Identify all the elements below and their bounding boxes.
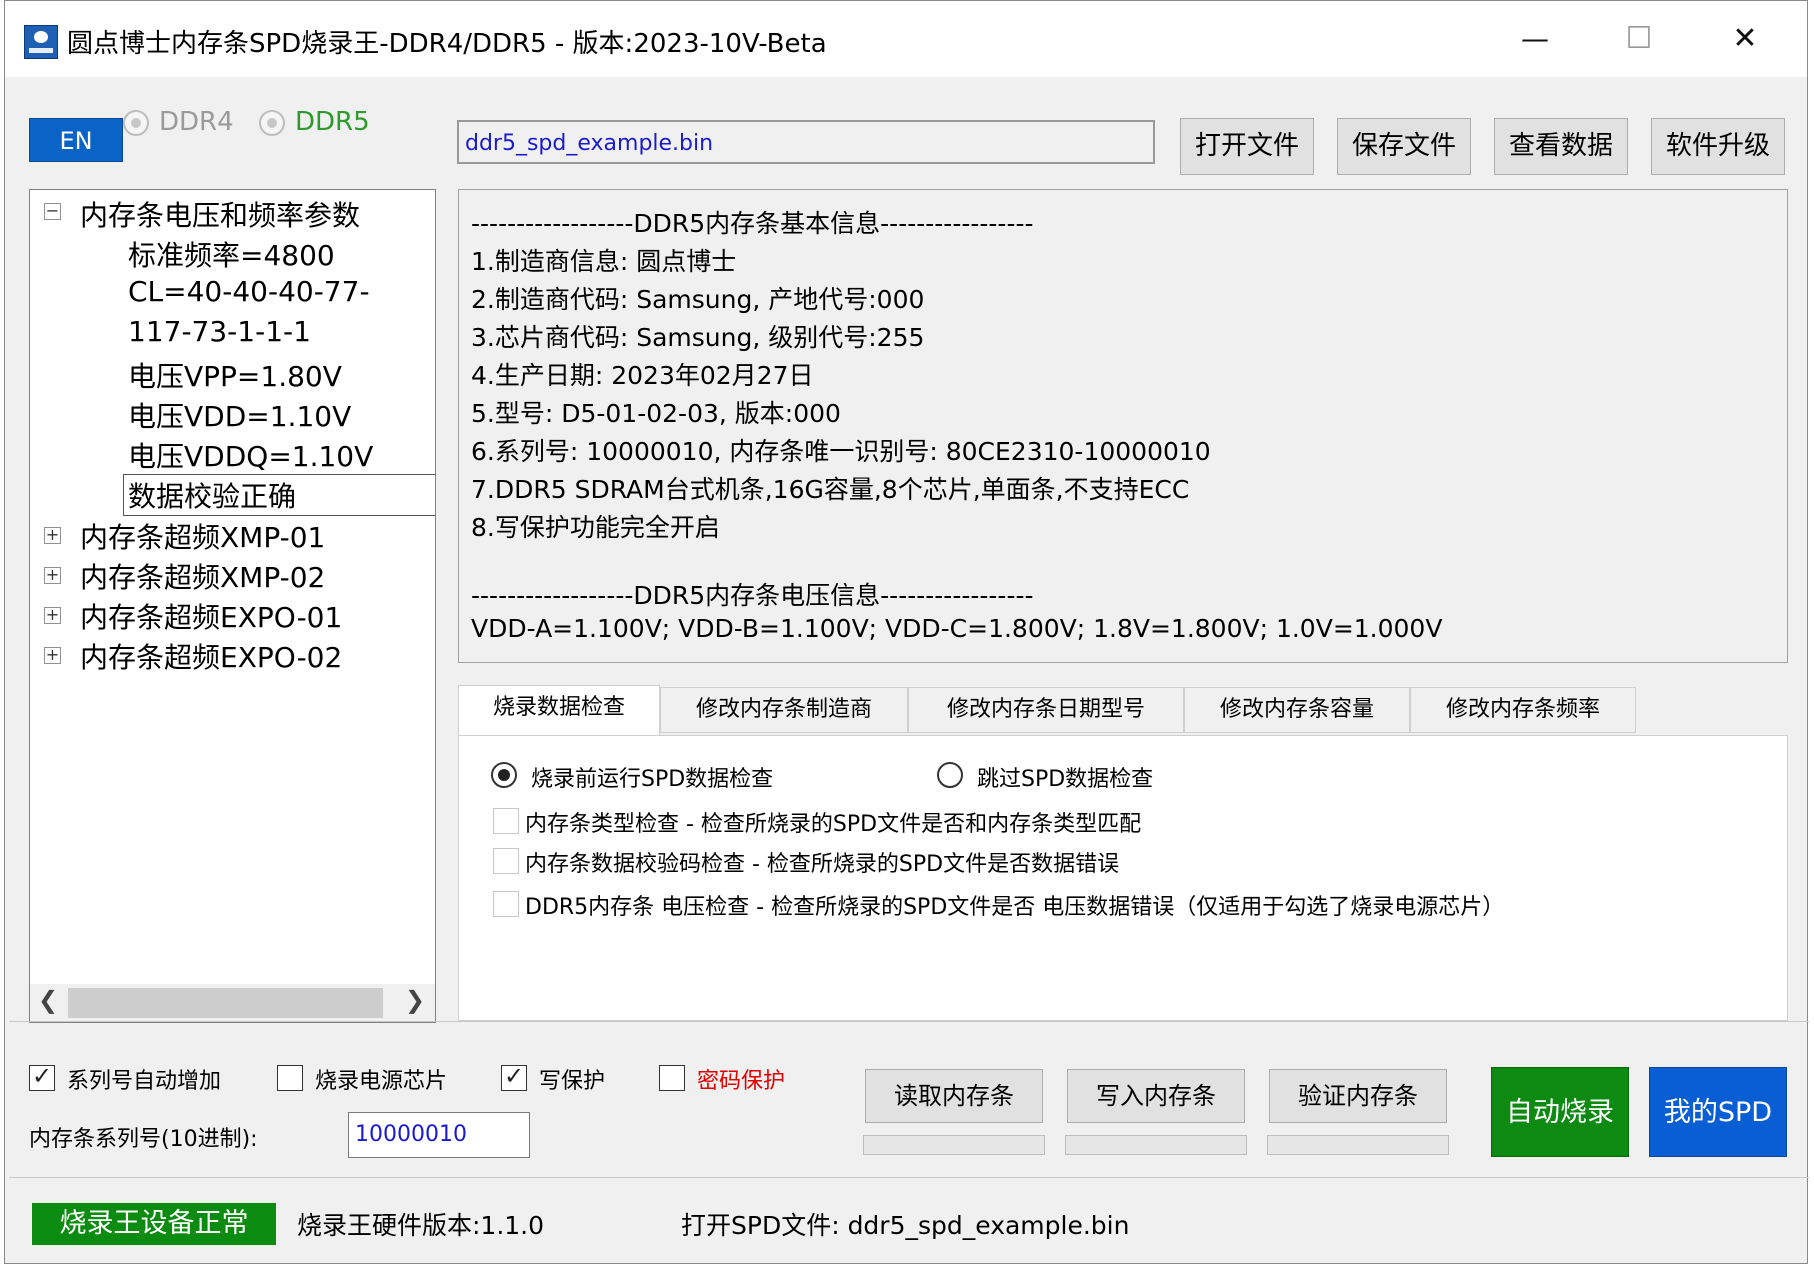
write-module-button[interactable]: 写入内存条: [1067, 1069, 1245, 1123]
file-path-field[interactable]: ddr5_spd_example.bin: [457, 120, 1155, 164]
device-status-badge: 烧录王设备正常: [32, 1203, 276, 1245]
write-protect-checkbox[interactable]: [501, 1062, 527, 1091]
type-check-label: 内存条类型检查 - 检查所烧录的SPD文件是否和内存条类型匹配: [525, 812, 1142, 837]
scroll-right-icon[interactable]: ❯: [405, 986, 425, 1014]
write-progress-bar: [1065, 1135, 1247, 1155]
skip-check-radio[interactable]: [937, 762, 963, 788]
tab-capacity[interactable]: 修改内存条容量: [1184, 687, 1410, 733]
voltage-check-label: DDR5内存条 电压检查 - 检查所烧录的SPD文件是否 电压数据错误（仅适用于…: [525, 895, 1505, 920]
view-data-button[interactable]: 查看数据: [1494, 118, 1628, 175]
opened-file-status: 打开SPD文件: ddr5_spd_example.bin: [681, 1211, 1130, 1240]
collapse-icon[interactable]: −: [44, 203, 61, 220]
hardware-version: 烧录王硬件版本:1.1.0: [297, 1211, 545, 1240]
tab-manufacturer[interactable]: 修改内存条制造商: [660, 687, 908, 733]
tab-burn-check[interactable]: 烧录数据检查: [458, 685, 660, 737]
run-check-label: 烧录前运行SPD数据检查: [531, 767, 774, 792]
verify-module-button[interactable]: 验证内存条: [1269, 1069, 1447, 1123]
divider: [9, 1177, 1809, 1178]
info-line: ------------------DDR5内存条电压信息-----------…: [471, 581, 1034, 610]
open-file-button[interactable]: 打开文件: [1180, 118, 1314, 175]
tree-node-xmp2[interactable]: 内存条超频XMP-02: [80, 556, 325, 596]
voltage-check-checkbox[interactable]: [493, 891, 519, 917]
tree-item[interactable]: 117-73-1-1-1: [128, 315, 311, 348]
info-line: 5.型号: D5-01-02-03, 版本:000: [471, 399, 841, 428]
info-line: 6.系列号: 10000010, 内存条唯一识别号: 80CE2310-1000…: [471, 437, 1211, 466]
parameter-tree[interactable]: − 内存条电压和频率参数 标准频率=4800 CL=40-40-40-77- 1…: [29, 189, 436, 1023]
verify-progress-bar: [1267, 1135, 1449, 1155]
serial-auto-label: 系列号自动增加: [67, 1069, 222, 1094]
power-chip-checkbox[interactable]: [277, 1065, 303, 1091]
tree-item[interactable]: CL=40-40-40-77-: [128, 275, 370, 308]
tree-node-xmp1[interactable]: 内存条超频XMP-01: [80, 516, 325, 556]
tree-node-expo1[interactable]: 内存条超频EXPO-01: [80, 596, 342, 636]
info-line: 3.芯片商代码: Samsung, 级别代号:255: [471, 323, 925, 352]
ddr5-radio[interactable]: [259, 110, 285, 136]
type-check-checkbox[interactable]: [493, 808, 519, 834]
password-protect-checkbox[interactable]: [659, 1065, 685, 1091]
crc-check-label: 内存条数据校验码检查 - 检查所烧录的SPD文件是否数据错误: [525, 852, 1120, 877]
serial-label: 内存条系列号(10进制):: [29, 1127, 258, 1152]
tree-item[interactable]: 电压VPP=1.80V: [128, 355, 342, 395]
info-line: 8.写保护功能完全开启: [471, 513, 720, 542]
tab-frequency[interactable]: 修改内存条频率: [1410, 687, 1636, 733]
serial-input[interactable]: 10000010: [348, 1112, 530, 1158]
scroll-left-icon[interactable]: ❮: [38, 986, 58, 1014]
info-line: ------------------DDR5内存条基本信息-----------…: [471, 209, 1034, 238]
skip-check-label: 跳过SPD数据检查: [977, 767, 1154, 792]
app-logo-icon: [24, 25, 58, 59]
tabs-area: 烧录数据检查 修改内存条制造商 修改内存条日期型号 修改内存条容量 修改内存条频…: [458, 685, 1788, 1021]
window-title: 圆点博士内存条SPD烧录王-DDR4/DDR5 - 版本:2023-10V-Be…: [67, 29, 827, 59]
tree-root[interactable]: 内存条电压和频率参数: [80, 194, 360, 234]
ddr4-label: DDR4: [159, 107, 234, 137]
tree-item[interactable]: 电压VDD=1.10V: [128, 395, 351, 435]
tree-node-expo2[interactable]: 内存条超频EXPO-02: [80, 636, 342, 676]
upgrade-button[interactable]: 软件升级: [1651, 118, 1785, 175]
read-progress-bar: [863, 1135, 1045, 1155]
my-spd-button[interactable]: 我的SPD: [1649, 1067, 1787, 1157]
info-line: 2.制造商代码: Samsung, 产地代号:000: [471, 285, 925, 314]
power-chip-label: 烧录电源芯片: [315, 1069, 448, 1094]
write-protect-label: 写保护: [539, 1069, 606, 1094]
info-line: 7.DDR5 SDRAM台式机条,16G容量,8个芯片,单面条,不支持ECC: [471, 475, 1190, 504]
save-file-button[interactable]: 保存文件: [1337, 118, 1471, 175]
read-module-button[interactable]: 读取内存条: [865, 1069, 1043, 1123]
minimize-icon[interactable]: —: [1495, 13, 1575, 65]
app-window: 圆点博士内存条SPD烧录王-DDR4/DDR5 - 版本:2023-10V-Be…: [4, 0, 1809, 1264]
scrollbar-thumb[interactable]: [68, 988, 383, 1018]
ddr5-label: DDR5: [295, 107, 370, 137]
divider: [9, 1021, 1809, 1022]
auto-burn-button[interactable]: 自动烧录: [1491, 1067, 1629, 1157]
crc-check-checkbox[interactable]: [493, 848, 519, 874]
serial-auto-checkbox[interactable]: [29, 1062, 55, 1091]
tree-item[interactable]: 标准频率=4800: [128, 234, 335, 274]
info-line: 4.生产日期: 2023年02月27日: [471, 361, 814, 390]
horizontal-scrollbar[interactable]: ❮ ❯: [30, 984, 435, 1022]
expand-icon[interactable]: +: [44, 567, 61, 584]
ddr4-radio[interactable]: [123, 110, 149, 136]
tree-item-selected[interactable]: 数据校验正确: [128, 475, 296, 515]
tree-item[interactable]: 电压VDDQ=1.10V: [128, 435, 373, 475]
password-protect-label: 密码保护: [697, 1069, 786, 1094]
spd-info-panel: ------------------DDR5内存条基本信息-----------…: [458, 189, 1788, 663]
tab-date-model[interactable]: 修改内存条日期型号: [908, 687, 1184, 733]
expand-icon[interactable]: +: [44, 607, 61, 624]
language-button[interactable]: EN: [29, 118, 123, 162]
title-bar: 圆点博士内存条SPD烧录王-DDR4/DDR5 - 版本:2023-10V-Be…: [5, 1, 1807, 77]
expand-icon[interactable]: +: [44, 647, 61, 664]
info-line: VDD-A=1.100V; VDD-B=1.100V; VDD-C=1.800V…: [471, 614, 1443, 643]
run-check-radio[interactable]: [491, 762, 517, 788]
close-icon[interactable]: ✕: [1705, 13, 1785, 65]
expand-icon[interactable]: +: [44, 527, 61, 544]
info-line: 1.制造商信息: 圆点博士: [471, 247, 737, 276]
burn-check-panel: 烧录前运行SPD数据检查 跳过SPD数据检查 内存条类型检查 - 检查所烧录的S…: [458, 735, 1788, 1021]
maximize-icon[interactable]: ☐: [1599, 13, 1679, 65]
